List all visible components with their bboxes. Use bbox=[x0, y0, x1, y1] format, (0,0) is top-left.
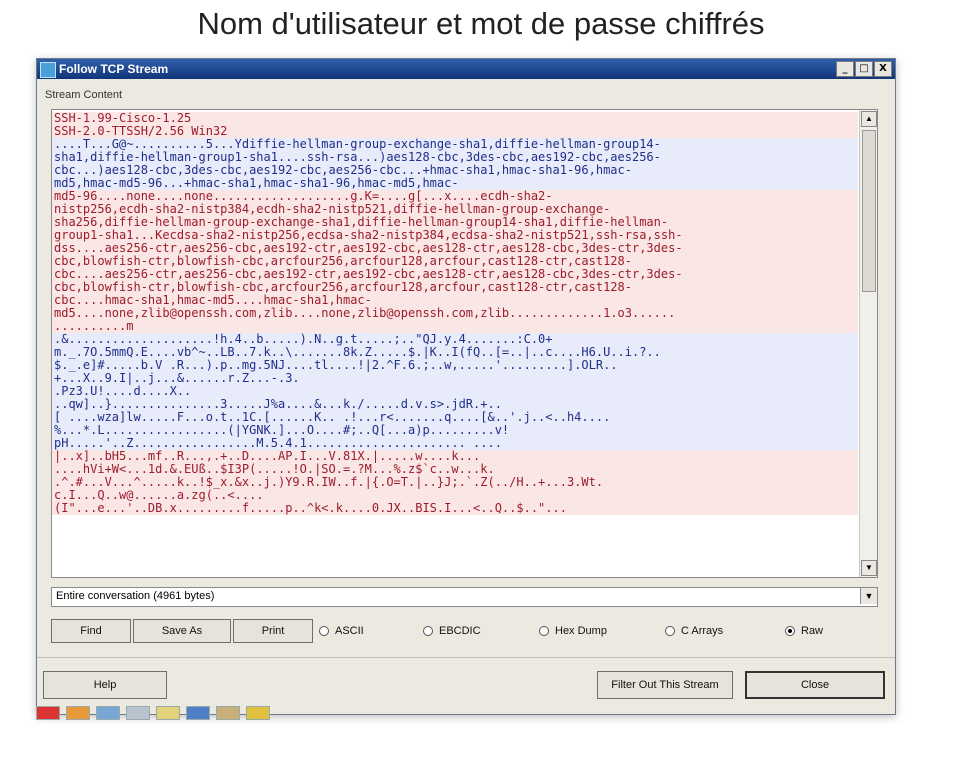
radio-label: ASCII bbox=[335, 625, 364, 637]
radio-ebcdic[interactable]: EBCDIC bbox=[423, 625, 481, 637]
slide-title: Nom d'utilisateur et mot de passe chiffr… bbox=[197, 6, 765, 41]
window-titlebar[interactable]: Follow TCP Stream _ □ X bbox=[37, 59, 895, 79]
radio-dot bbox=[665, 626, 675, 636]
taskbar-app-icon[interactable] bbox=[216, 706, 240, 720]
taskbar-strip bbox=[36, 706, 376, 720]
radio-hex-dump[interactable]: Hex Dump bbox=[539, 625, 607, 637]
help-button[interactable]: Help bbox=[43, 671, 167, 699]
taskbar-app-icon[interactable] bbox=[156, 706, 180, 720]
client-stream-line: md5....none,zlib@openssh.com,zlib....non… bbox=[52, 307, 858, 320]
save-as-button[interactable]: Save As bbox=[133, 619, 231, 643]
radio-dot bbox=[539, 626, 549, 636]
radio-label: Raw bbox=[801, 625, 824, 637]
radio-label: C Arrays bbox=[681, 625, 724, 637]
conversation-select[interactable]: Entire conversation (4961 bytes) ▼ bbox=[51, 587, 878, 607]
radio-dot-selected bbox=[785, 626, 795, 636]
taskbar-app-icon[interactable] bbox=[66, 706, 90, 720]
chevron-down-icon[interactable]: ▼ bbox=[860, 588, 877, 604]
radio-dot bbox=[423, 626, 433, 636]
find-button[interactable]: Find bbox=[51, 619, 131, 643]
close-button[interactable]: Close bbox=[745, 671, 885, 699]
scroll-down-icon[interactable]: ▼ bbox=[861, 560, 877, 576]
taskbar-app-icon[interactable] bbox=[246, 706, 270, 720]
follow-tcp-stream-window: Follow TCP Stream _ □ X Stream Content S… bbox=[36, 58, 896, 715]
radio-c-arrays[interactable]: C Arrays bbox=[665, 625, 723, 637]
client-stream-line: (I"...e...'..DB.x.........f.....p..^k<.k… bbox=[52, 502, 858, 515]
vertical-scrollbar[interactable]: ▲ ▼ bbox=[859, 110, 877, 577]
print-button[interactable]: Print bbox=[233, 619, 313, 643]
scroll-thumb[interactable] bbox=[862, 130, 876, 292]
taskbar-app-icon[interactable] bbox=[36, 706, 60, 720]
radio-label: Hex Dump bbox=[555, 625, 607, 637]
minimize-button[interactable]: _ bbox=[836, 61, 854, 77]
radio-ascii[interactable]: ASCII bbox=[319, 625, 364, 637]
conversation-select-value: Entire conversation (4961 bytes) bbox=[56, 590, 215, 602]
filter-out-stream-button[interactable]: Filter Out This Stream bbox=[597, 671, 733, 699]
radio-raw[interactable]: Raw bbox=[785, 625, 823, 637]
taskbar-app-icon[interactable] bbox=[126, 706, 150, 720]
taskbar-app-icon[interactable] bbox=[96, 706, 120, 720]
radio-dot bbox=[319, 626, 329, 636]
radio-label: EBCDIC bbox=[439, 625, 481, 637]
stream-text[interactable]: SSH-1.99-Cisco-1.25 SSH-2.0-TTSSH/2.56 Wi… bbox=[52, 112, 858, 575]
maximize-button[interactable]: □ bbox=[855, 61, 873, 77]
window-controls: _ □ X bbox=[836, 61, 892, 77]
stream-content-label: Stream Content bbox=[45, 89, 123, 101]
divider bbox=[37, 657, 895, 658]
scroll-up-icon[interactable]: ▲ bbox=[861, 111, 877, 127]
close-window-button[interactable]: X bbox=[874, 61, 892, 77]
wireshark-icon bbox=[40, 62, 56, 78]
window-title: Follow TCP Stream bbox=[59, 62, 169, 76]
taskbar-app-icon[interactable] bbox=[186, 706, 210, 720]
stream-content-box[interactable]: SSH-1.99-Cisco-1.25 SSH-2.0-TTSSH/2.56 Wi… bbox=[51, 109, 878, 578]
